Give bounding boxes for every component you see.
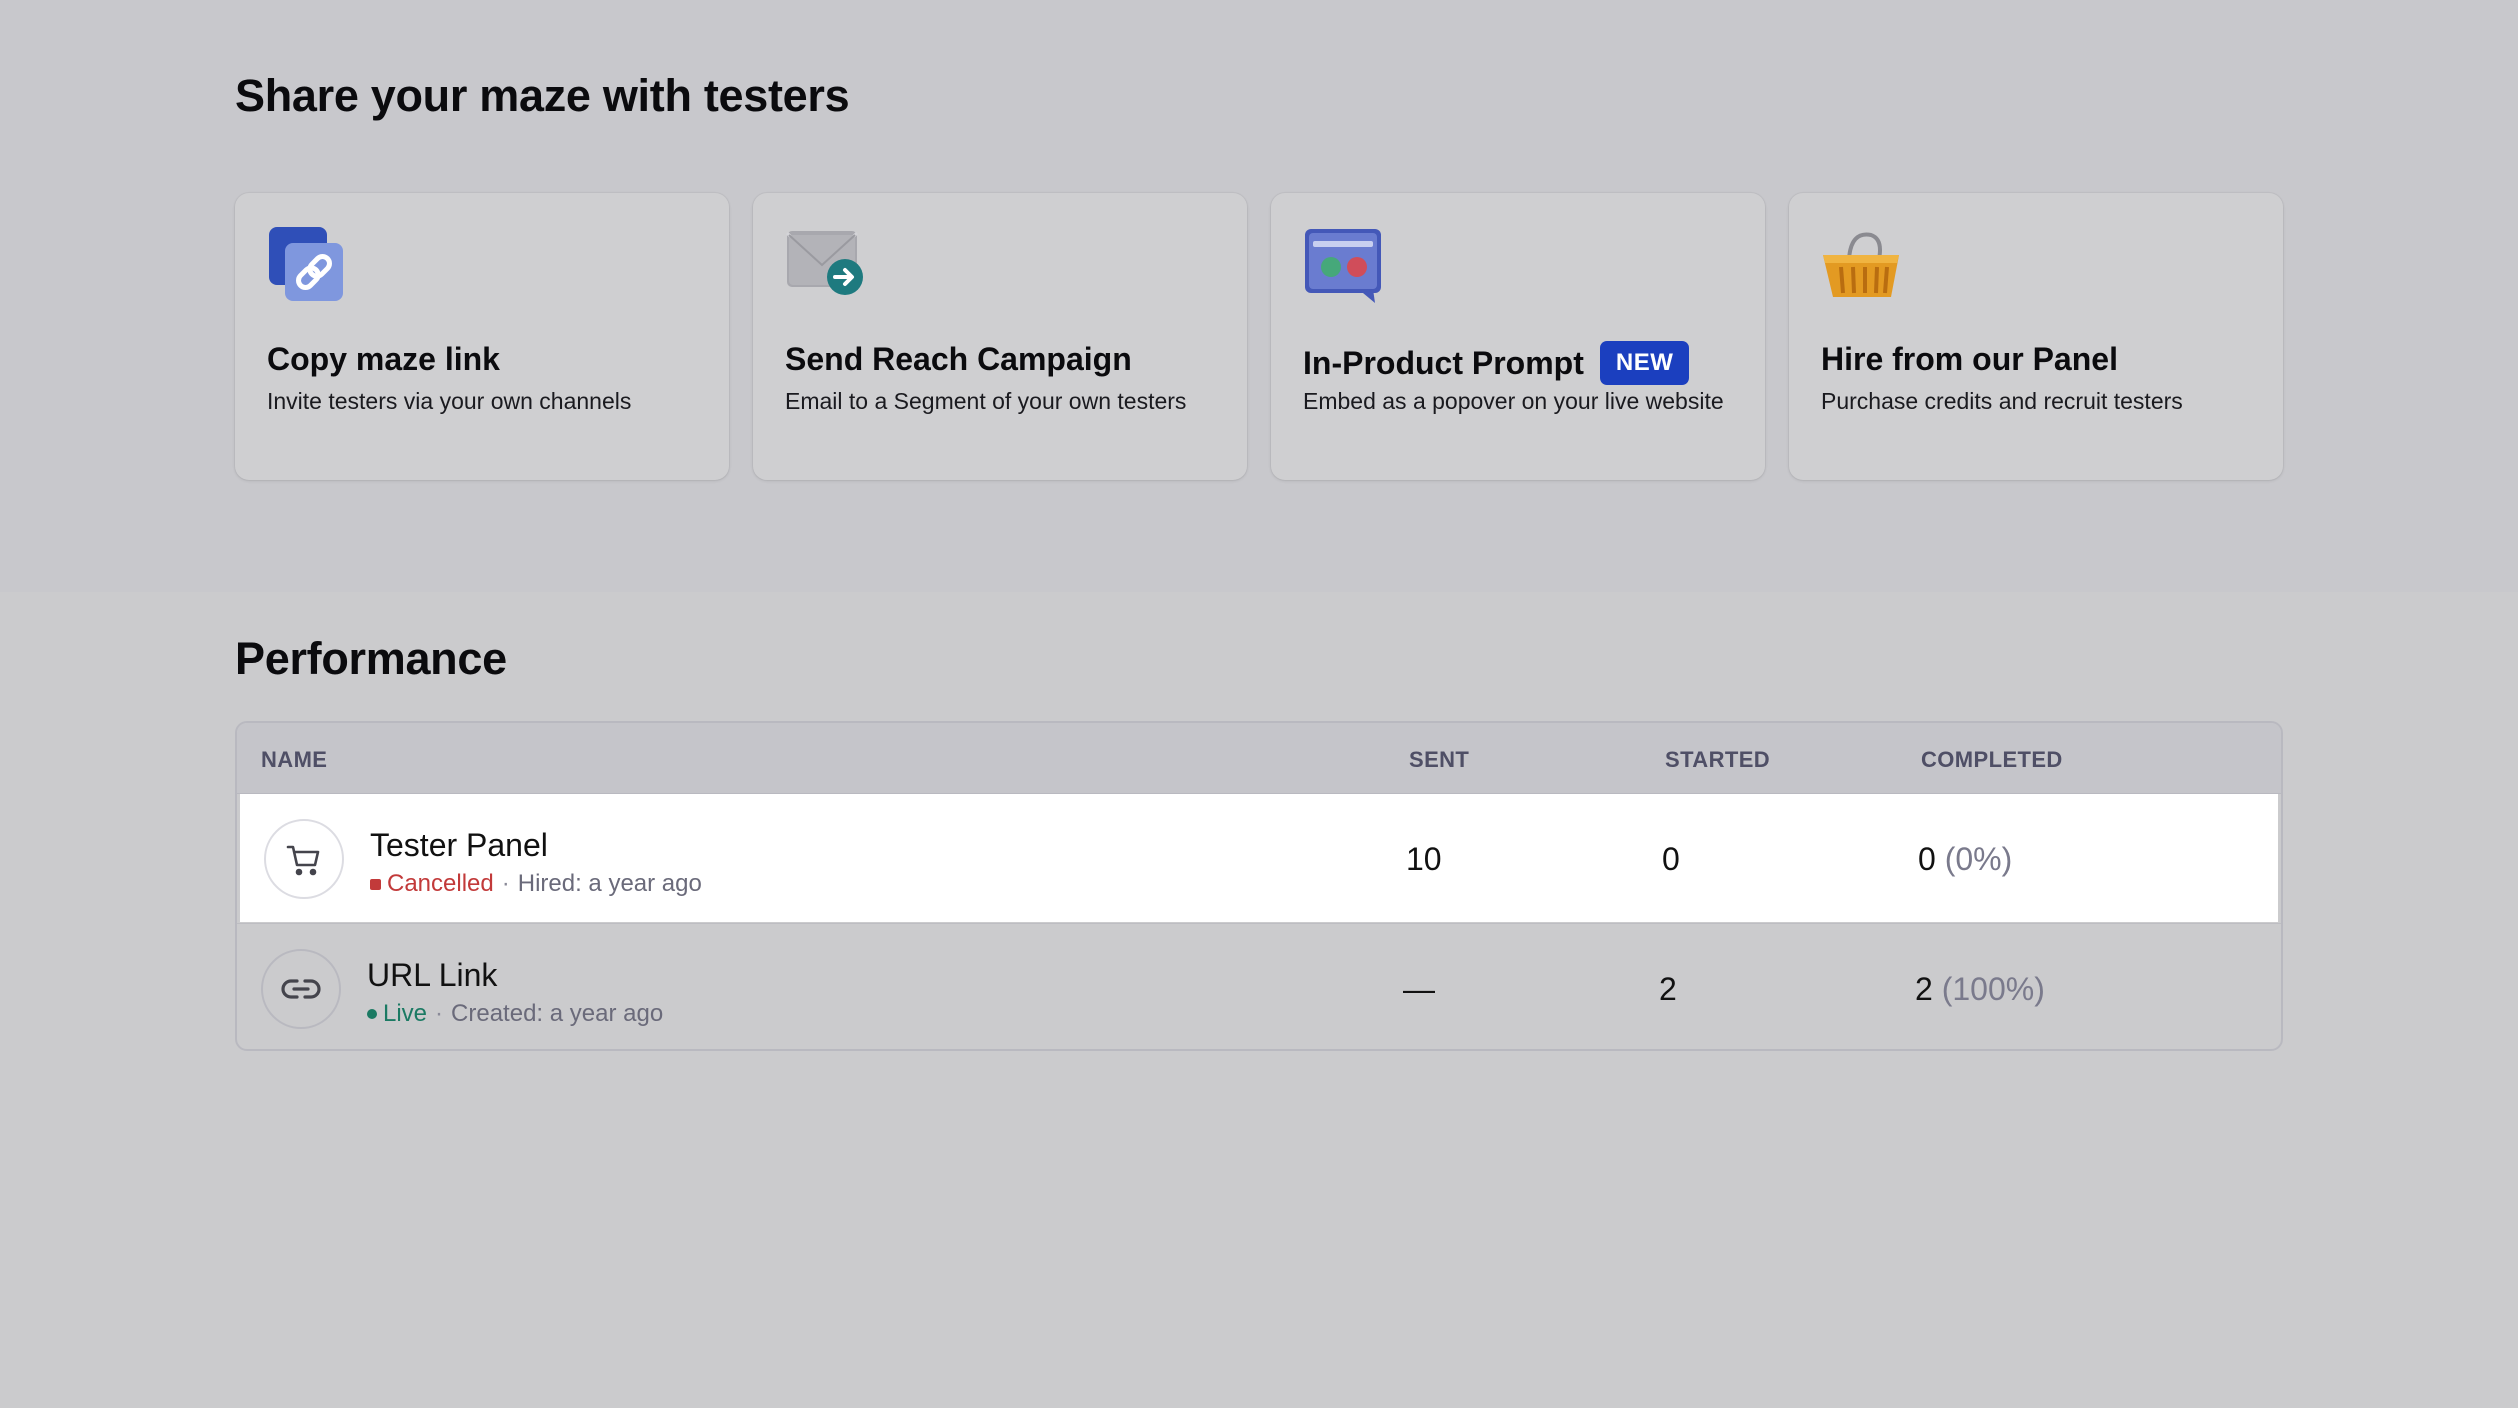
prompt-window-icon: [1303, 225, 1383, 305]
mail-arrow-icon: [785, 225, 865, 305]
shopping-basket-icon: [1821, 225, 1901, 305]
card-title: In-Product Prompt NEW: [1303, 341, 1690, 385]
link-icon: [267, 225, 347, 305]
copy-maze-link-card[interactable]: Copy maze link Invite testers via your o…: [235, 193, 729, 480]
cart-icon: [264, 819, 344, 899]
share-cards: Copy maze link Invite testers via your o…: [235, 193, 2283, 480]
send-reach-campaign-card[interactable]: Send Reach Campaign Email to a Segment o…: [753, 193, 1247, 480]
card-description: Invite testers via your own channels: [267, 388, 632, 414]
table-row[interactable]: URL Link Live · Created: a year ago — 2 …: [237, 923, 2281, 1049]
column-started: STARTED: [1665, 747, 1771, 772]
row-sent: —: [1403, 971, 1435, 1007]
table-header: NAME SENT STARTED COMPLETED: [237, 723, 2281, 794]
card-title: Copy maze link: [267, 341, 500, 377]
column-name: NAME: [261, 747, 328, 772]
row-meta-time: Created: a year ago: [451, 1000, 664, 1027]
hire-from-panel-card[interactable]: Hire from our Panel Purchase credits and…: [1789, 193, 2283, 480]
card-description: Email to a Segment of your own testers: [785, 388, 1187, 414]
row-name: Tester Panel: [370, 827, 548, 863]
status-live: Live: [367, 1000, 427, 1028]
status-cancelled: Cancelled: [370, 870, 494, 898]
performance-table: NAME SENT STARTED COMPLETED Tester Panel…: [235, 721, 2283, 1051]
table-row[interactable]: Tester Panel Cancelled · Hired: a year a…: [240, 794, 2278, 922]
status-dot-icon: [367, 1009, 377, 1019]
row-meta: Cancelled · Hired: a year ago: [370, 870, 702, 898]
card-title: Hire from our Panel: [1821, 341, 2118, 377]
share-heading: Share your maze with testers: [235, 70, 850, 121]
new-badge: NEW: [1599, 341, 1690, 385]
column-sent: SENT: [1409, 747, 1470, 772]
link-icon: [261, 949, 341, 1029]
card-description: Embed as a popover on your live website: [1303, 388, 1724, 414]
column-completed: COMPLETED: [1921, 747, 2063, 772]
row-completed: 0 (0%): [1918, 841, 2013, 877]
row-sent: 10: [1406, 841, 1442, 877]
card-title: Send Reach Campaign: [785, 341, 1132, 377]
row-completed: 2 (100%): [1915, 971, 2045, 1007]
row-started: 2: [1659, 971, 1677, 1007]
row-started: 0: [1662, 841, 1680, 877]
row-meta: Live · Created: a year ago: [367, 1000, 663, 1028]
row-meta-time: Hired: a year ago: [517, 870, 702, 897]
status-square-icon: [370, 878, 381, 890]
row-name: URL Link: [367, 957, 498, 993]
in-product-prompt-card[interactable]: In-Product Prompt NEW Embed as a popover…: [1271, 193, 1765, 480]
card-description: Purchase credits and recruit testers: [1821, 388, 2183, 414]
performance-heading: Performance: [235, 633, 507, 684]
